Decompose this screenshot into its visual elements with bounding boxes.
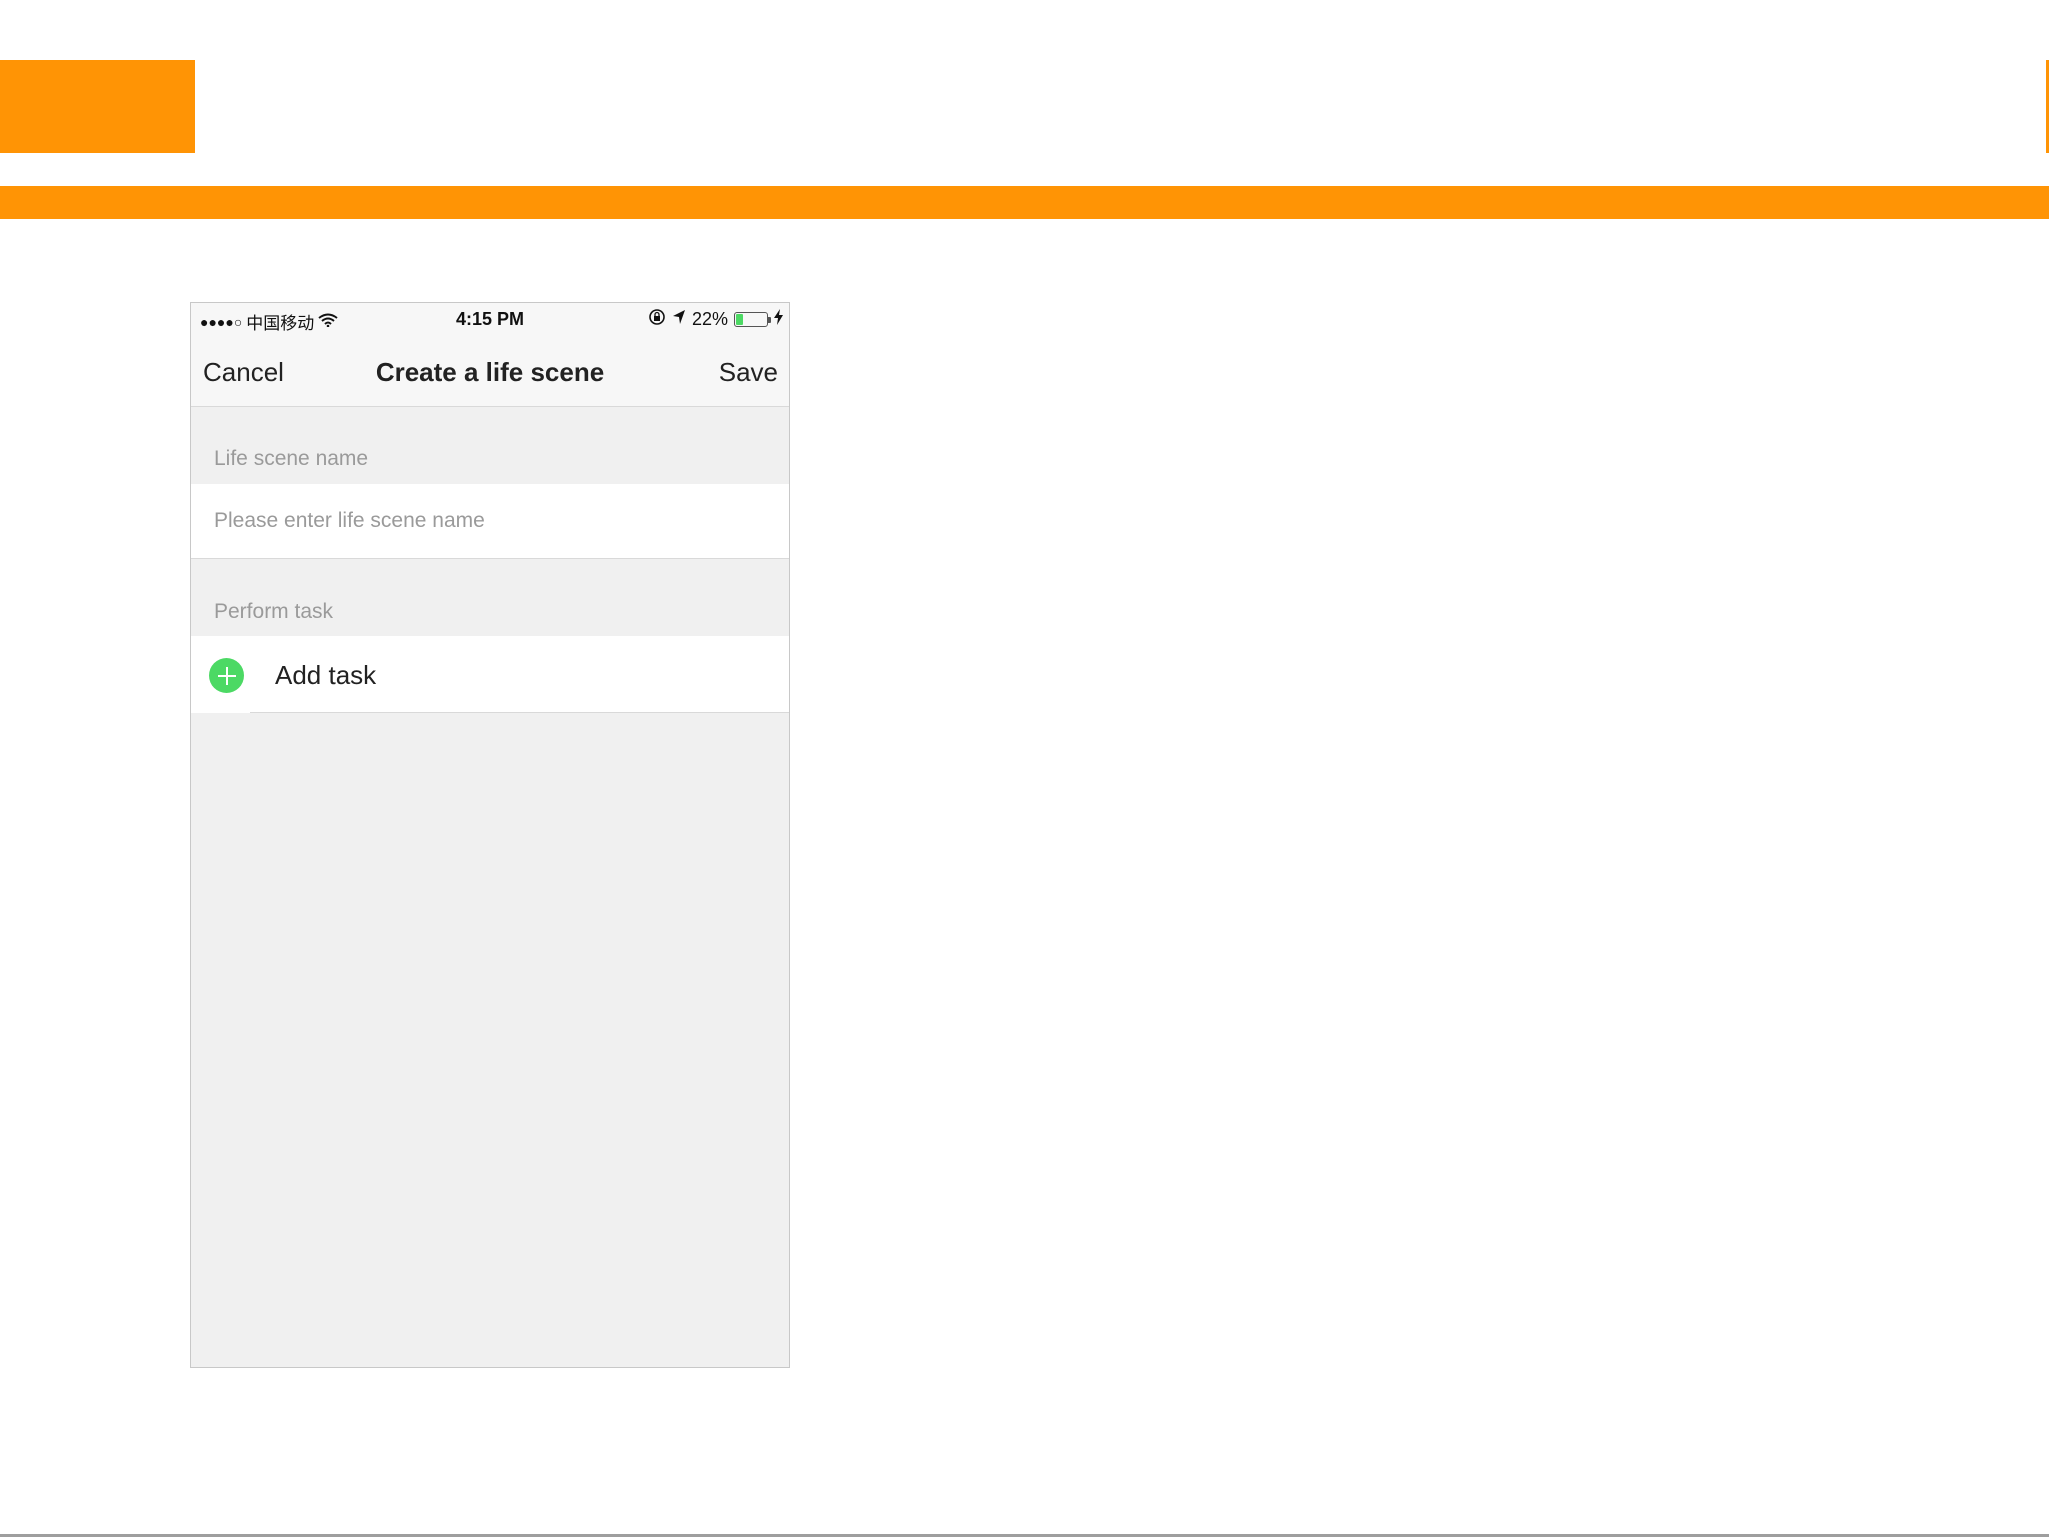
- location-arrow-icon: [672, 309, 686, 330]
- battery-percent: 22%: [691, 309, 728, 329]
- status-bar: ●●●●○ 中国移动 4:15 PM 22%: [191, 303, 789, 336]
- life-scene-name-label: Life scene name: [214, 447, 369, 470]
- status-right: 22%: [648, 308, 783, 331]
- phone-screen: ●●●●○ 中国移动 4:15 PM 22% Cancel Create a l…: [190, 302, 790, 1368]
- add-task-row[interactable]: Add task: [191, 636, 789, 713]
- header-accent-bar: [0, 186, 2049, 219]
- charging-bolt-icon: [774, 309, 783, 330]
- save-button[interactable]: Save: [719, 357, 778, 388]
- add-circle-icon[interactable]: [209, 658, 244, 693]
- rotation-lock-icon: [648, 308, 666, 331]
- row-divider: [250, 712, 789, 713]
- add-task-label: Add task: [275, 660, 377, 690]
- battery-level-fill: [736, 314, 743, 325]
- battery-nub: [768, 317, 771, 323]
- corner-accent-block: [0, 60, 195, 153]
- battery-icon: [734, 312, 771, 327]
- navigation-bar: Cancel Create a life scene Save: [191, 336, 789, 407]
- cancel-button[interactable]: Cancel: [203, 357, 284, 388]
- life-scene-name-input[interactable]: [214, 484, 764, 558]
- life-scene-name-cell: [191, 484, 789, 559]
- perform-task-label: Perform task: [214, 600, 334, 623]
